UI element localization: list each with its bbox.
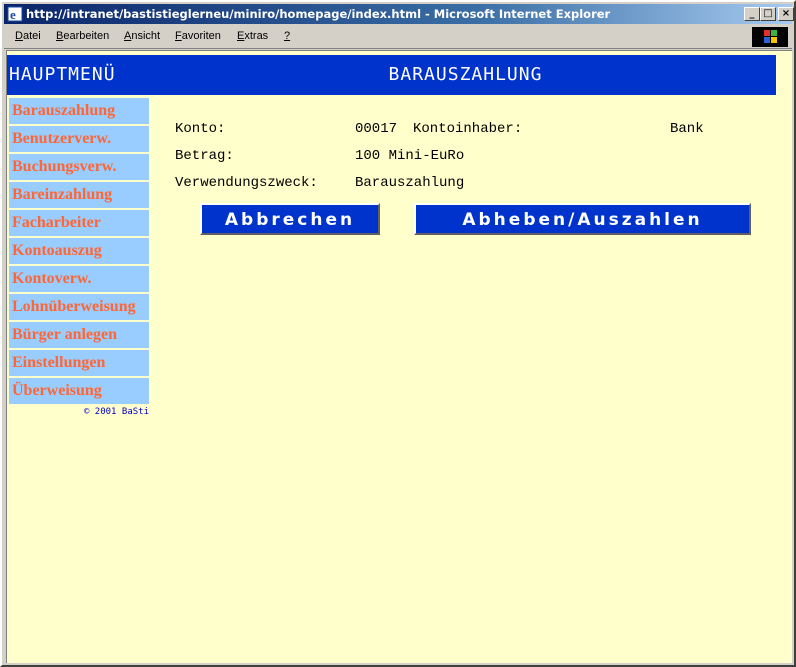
title-bar[interactable]: e http://intranet/bastistieglerneu/minir…	[4, 4, 794, 24]
sidebar-item-lohnueberweisung[interactable]: Lohnüberweisung	[9, 294, 149, 320]
kontoinhaber-value: Bank	[670, 121, 704, 137]
menu-datei[interactable]: Datei	[15, 30, 41, 42]
cancel-button[interactable]: Abbrechen	[200, 203, 380, 235]
betrag-value: 100 Mini-EuRo	[355, 148, 465, 164]
sidebar-item-ueberweisung[interactable]: Überweisung	[9, 378, 149, 404]
menu-bar: Datei Bearbeiten Ansicht Favoriten Extra…	[4, 26, 792, 49]
svg-text:e: e	[10, 7, 16, 22]
sidebar-item-kontoverwaltung[interactable]: Kontoverw.	[9, 266, 149, 292]
maximize-button[interactable]: □	[760, 7, 776, 21]
close-button[interactable]: ×	[778, 7, 794, 21]
sidebar-item-buchungsverwaltung[interactable]: Buchungsverw.	[9, 154, 149, 180]
window-title: http://intranet/bastistieglerneu/miniro/…	[26, 7, 611, 21]
sidebar-item-barauszahlung[interactable]: Barauszahlung	[9, 98, 149, 124]
verwendungszweck-value: Barauszahlung	[355, 175, 465, 191]
sidebar-item-kontoauszug[interactable]: Kontoauszug	[9, 238, 149, 264]
page-title: BARAUSZAHLUNG	[155, 55, 776, 95]
internet-explorer-icon: e	[7, 6, 23, 22]
minimize-button[interactable]: _	[744, 7, 760, 21]
menu-ansicht[interactable]: Ansicht	[124, 30, 160, 42]
kontoinhaber-label: Kontoinhaber:	[413, 121, 523, 137]
konto-value: 00017	[355, 121, 398, 137]
sidebar-item-bareinzahlung[interactable]: Bareinzahlung	[9, 182, 149, 208]
menu-extras[interactable]: Extras	[237, 30, 268, 42]
browser-window: e http://intranet/bastistieglerneu/minir…	[0, 0, 796, 667]
copyright-notice: © 2001 BaSti	[83, 407, 149, 417]
konto-label: Konto:	[175, 121, 226, 137]
verwendungszweck-label: Verwendungszweck:	[175, 175, 318, 191]
menu-bearbeiten[interactable]: Bearbeiten	[56, 30, 109, 42]
page-content: HAUPTMENÜ BARAUSZAHLUNG Barauszahlung Be…	[6, 50, 792, 663]
menu-favoriten[interactable]: Favoriten	[175, 30, 221, 42]
sidebar-item-benutzerverwaltung[interactable]: Benutzerverw.	[9, 126, 149, 152]
main-menu-header: HAUPTMENÜ	[7, 55, 155, 95]
sidebar-item-facharbeiter[interactable]: Facharbeiter	[9, 210, 149, 236]
withdraw-button[interactable]: Abheben/Auszahlen	[414, 203, 751, 235]
sidebar-item-buerger-anlegen[interactable]: Bürger anlegen	[9, 322, 149, 348]
betrag-label: Betrag:	[175, 148, 234, 164]
menu-help[interactable]: ?	[284, 30, 290, 42]
sidebar-nav: Barauszahlung Benutzerverw. Buchungsverw…	[9, 98, 149, 417]
windows-logo-icon	[752, 27, 788, 47]
sidebar-item-einstellungen[interactable]: Einstellungen	[9, 350, 149, 376]
